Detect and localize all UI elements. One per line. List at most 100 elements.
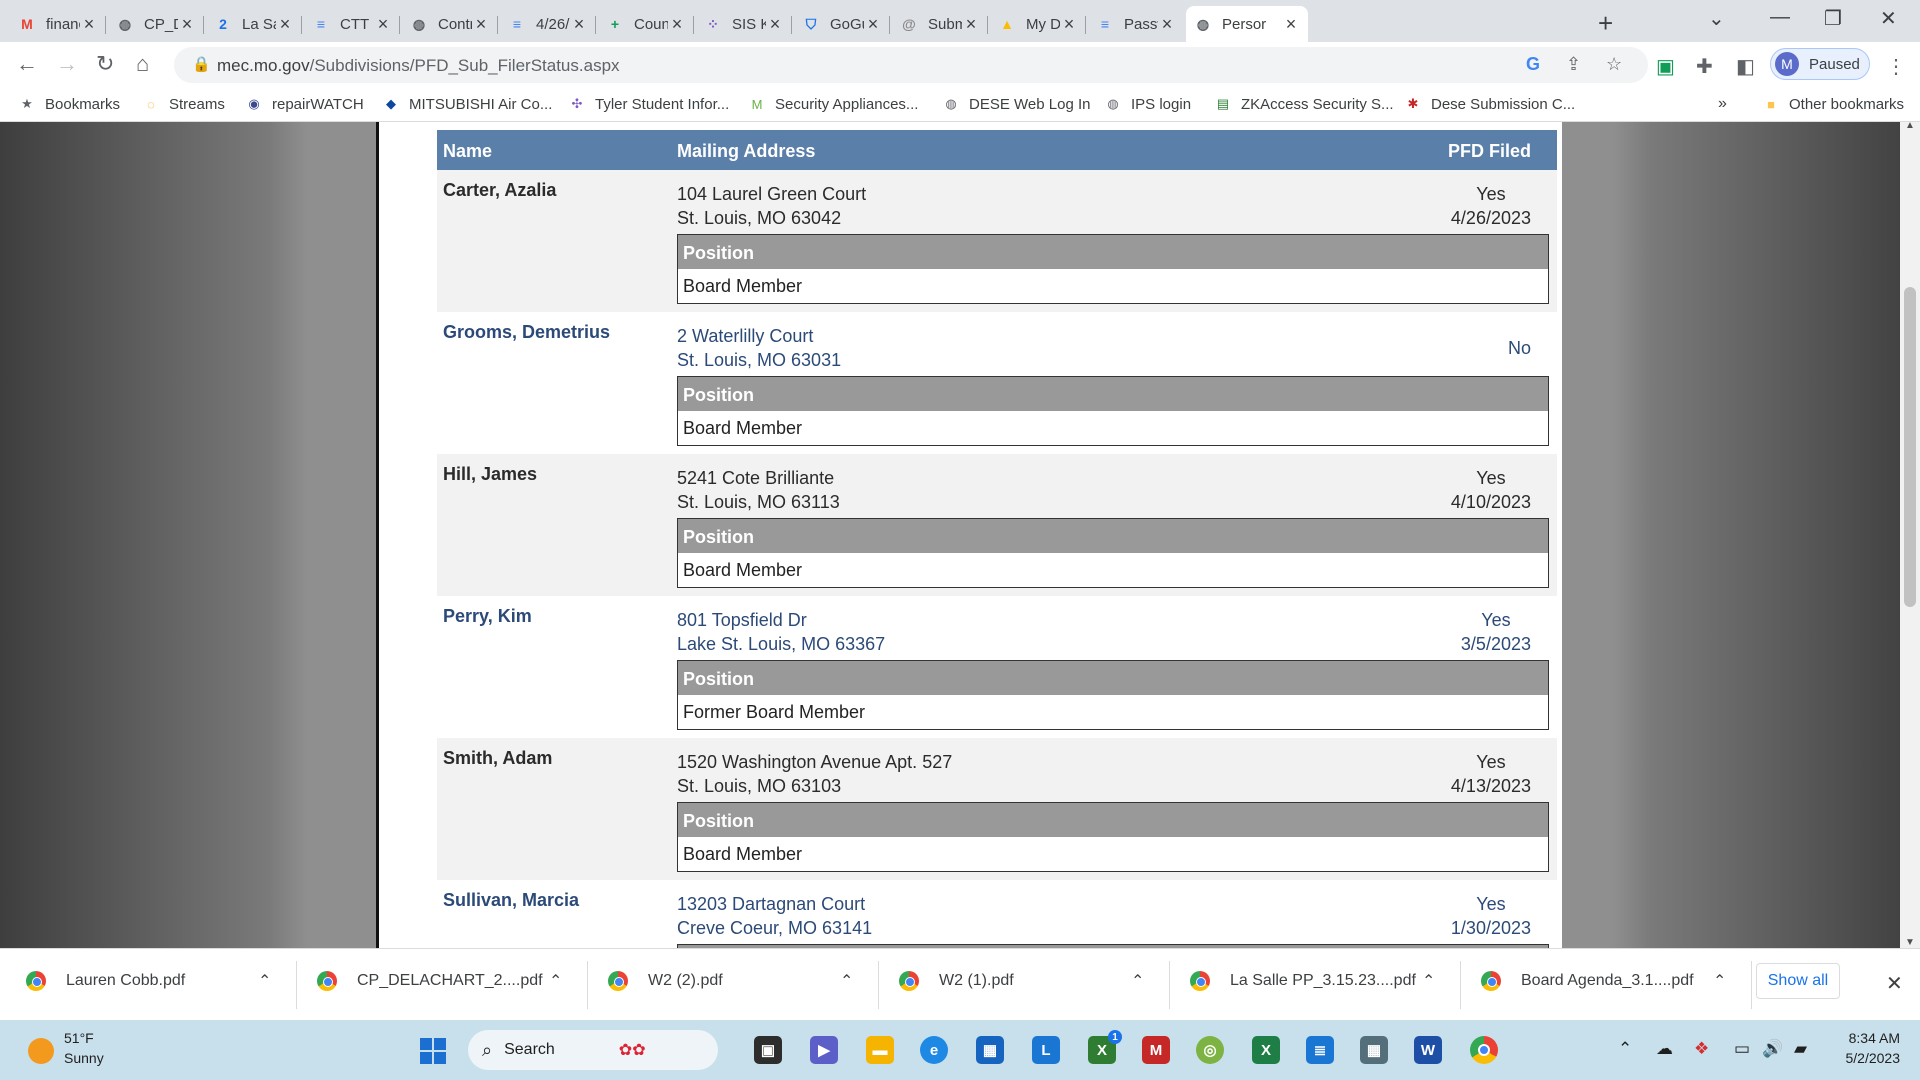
extensions-puzzle-icon[interactable]: ✚: [1696, 54, 1713, 79]
close-tab-icon[interactable]: ×: [962, 14, 980, 35]
scroll-up-icon[interactable]: ▲: [1905, 122, 1915, 131]
close-tab-icon[interactable]: ×: [374, 14, 392, 35]
address-bar[interactable]: 🔒 mec.mo.gov/Subdivisions/PFD_Sub_FilerS…: [174, 47, 1648, 83]
back-button[interactable]: ←: [16, 51, 38, 77]
side-panel-icon[interactable]: ◧: [1736, 54, 1755, 79]
close-tab-icon[interactable]: ×: [570, 14, 588, 35]
bookmark-star-icon[interactable]: ☆: [1606, 54, 1622, 75]
close-tab-icon[interactable]: ×: [668, 14, 686, 35]
chrome-icon[interactable]: [1470, 1036, 1498, 1064]
show-hidden-icons-icon[interactable]: ⌃: [1618, 1039, 1632, 1059]
bookmarks-overflow-button[interactable]: »: [1718, 95, 1727, 113]
url-text[interactable]: mec.mo.gov/Subdivisions/PFD_Sub_FilerSta…: [217, 56, 620, 76]
teams-chat-icon[interactable]: ▶: [810, 1036, 838, 1064]
onedrive-cloud-icon[interactable]: ☁: [1656, 1039, 1673, 1059]
extension-green-icon[interactable]: ▣: [1656, 54, 1675, 79]
notepad-icon[interactable]: ≣: [1306, 1036, 1334, 1064]
filer-name-link[interactable]: Grooms, Demetrius: [443, 322, 610, 343]
edge-icon[interactable]: e: [920, 1036, 948, 1064]
profile-button[interactable]: M Paused: [1770, 48, 1870, 80]
network-icon[interactable]: ▭: [1734, 1039, 1750, 1059]
volume-icon[interactable]: 🔊: [1762, 1039, 1783, 1059]
download-item[interactable]: CP_DELACHART_2....pdf: [317, 971, 543, 991]
dropbox-icon[interactable]: ❖: [1694, 1039, 1709, 1059]
browser-tab[interactable]: 2 La Sall×: [206, 6, 302, 42]
close-tab-icon[interactable]: ×: [864, 14, 882, 35]
bookmark-item[interactable]: ▤ ZKAccess Security S...: [1214, 95, 1394, 113]
chevron-up-icon[interactable]: ⌃: [840, 971, 853, 991]
start-button[interactable]: [420, 1038, 446, 1064]
browser-tab[interactable]: @ Submi×: [892, 6, 988, 42]
browser-tab[interactable]: ◍ CP_DE×: [108, 6, 204, 42]
tab-search-icon[interactable]: ⌄: [1708, 6, 1725, 31]
chevron-up-icon[interactable]: ⌃: [1422, 971, 1435, 991]
excel-icon[interactable]: X: [1252, 1036, 1280, 1064]
bookmark-item[interactable]: ◉ repairWATCH: [245, 95, 363, 113]
browser-tab[interactable]: ◍ Persor ×: [1186, 6, 1308, 42]
battery-icon[interactable]: ▰: [1794, 1039, 1807, 1059]
browser-tab[interactable]: ⛉ GoGu×: [794, 6, 890, 42]
share-icon[interactable]: ⇪: [1566, 54, 1581, 75]
bookmark-item[interactable]: ✣ Tyler Student Infor...: [568, 95, 730, 113]
close-tab-icon[interactable]: ×: [1282, 14, 1300, 35]
browser-tab[interactable]: ≡ Passw×: [1088, 6, 1184, 42]
word-icon[interactable]: W: [1414, 1036, 1442, 1064]
download-item[interactable]: Lauren Cobb.pdf: [26, 971, 185, 991]
bookmark-item[interactable]: ◍ IPS login: [1104, 95, 1191, 113]
home-button[interactable]: ⌂: [136, 51, 149, 77]
close-tab-icon[interactable]: ×: [80, 14, 98, 35]
close-tab-icon[interactable]: ×: [276, 14, 294, 35]
browser-tab[interactable]: + Couns×: [598, 6, 694, 42]
close-tab-icon[interactable]: ×: [1060, 14, 1078, 35]
clock[interactable]: 8:34 AM 5/2/2023: [1832, 1030, 1901, 1066]
download-item[interactable]: W2 (1).pdf: [899, 971, 1014, 991]
weather-condition[interactable]: Sunny: [64, 1050, 104, 1066]
bookmark-item[interactable]: ★ Bookmarks: [18, 95, 120, 113]
vpn-icon[interactable]: ◎: [1196, 1036, 1224, 1064]
chevron-up-icon[interactable]: ⌃: [1131, 971, 1144, 991]
bookmark-item[interactable]: ✱ Dese Submission C...: [1404, 95, 1576, 113]
chevron-up-icon[interactable]: ⌃: [1713, 971, 1726, 991]
minimize-button[interactable]: —: [1770, 6, 1790, 29]
calculator-icon[interactable]: ▦: [1360, 1036, 1388, 1064]
mcafee-icon[interactable]: M: [1142, 1036, 1170, 1064]
scroll-down-icon[interactable]: ▼: [1905, 937, 1915, 948]
browser-tab[interactable]: ⁘ SIS K-×: [696, 6, 792, 42]
launcher-l-icon[interactable]: L: [1032, 1036, 1060, 1064]
bookmark-item[interactable]: M Security Appliances...: [748, 95, 919, 113]
other-bookmarks-folder[interactable]: ■ Other bookmarks: [1762, 95, 1904, 113]
forward-button[interactable]: →: [56, 51, 78, 77]
download-item[interactable]: La Salle PP_3.15.23....pdf: [1190, 971, 1416, 991]
browser-tab[interactable]: ▲ My Dr×: [990, 6, 1086, 42]
reload-button[interactable]: ↻: [96, 51, 114, 77]
menu-kebab-icon[interactable]: ⋮: [1886, 54, 1906, 79]
browser-tab[interactable]: ◍ Contra×: [402, 6, 498, 42]
scrollbar[interactable]: ▲ ▼: [1900, 122, 1920, 948]
browser-tab[interactable]: Mfinanc×: [10, 6, 106, 42]
browser-tab[interactable]: ≡ 4/26/2×: [500, 6, 596, 42]
taskbar-search[interactable]: ⌕ Search ✿✿: [468, 1030, 718, 1070]
close-download-shelf-icon[interactable]: ✕: [1886, 971, 1903, 996]
close-tab-icon[interactable]: ×: [766, 14, 784, 35]
close-tab-icon[interactable]: ×: [472, 14, 490, 35]
sun-icon[interactable]: [28, 1038, 54, 1064]
close-tab-icon[interactable]: ×: [178, 14, 196, 35]
bookmark-item[interactable]: ◆ MITSUBISHI Air Co...: [382, 95, 552, 113]
filer-name-link[interactable]: Perry, Kim: [443, 606, 532, 627]
chevron-up-icon[interactable]: ⌃: [549, 971, 562, 991]
bookmark-item[interactable]: ◍ DESE Web Log In: [942, 95, 1090, 113]
new-tab-button[interactable]: +: [1598, 8, 1613, 39]
download-item[interactable]: Board Agenda_3.1....pdf: [1481, 971, 1694, 991]
maximize-button[interactable]: ❐: [1824, 6, 1842, 31]
close-window-button[interactable]: ✕: [1880, 6, 1897, 31]
download-item[interactable]: W2 (2).pdf: [608, 971, 723, 991]
weather-temperature[interactable]: 51°F: [64, 1030, 94, 1046]
xbox-icon[interactable]: X 1: [1088, 1030, 1122, 1064]
lock-icon[interactable]: 🔒: [192, 55, 211, 73]
scrollbar-thumb[interactable]: [1904, 287, 1916, 607]
browser-tab[interactable]: ≡ CTT M×: [304, 6, 400, 42]
chevron-up-icon[interactable]: ⌃: [258, 971, 271, 991]
store-icon[interactable]: ▦: [976, 1036, 1004, 1064]
file-explorer-icon[interactable]: ▬: [866, 1036, 894, 1064]
close-tab-icon[interactable]: ×: [1158, 14, 1176, 35]
